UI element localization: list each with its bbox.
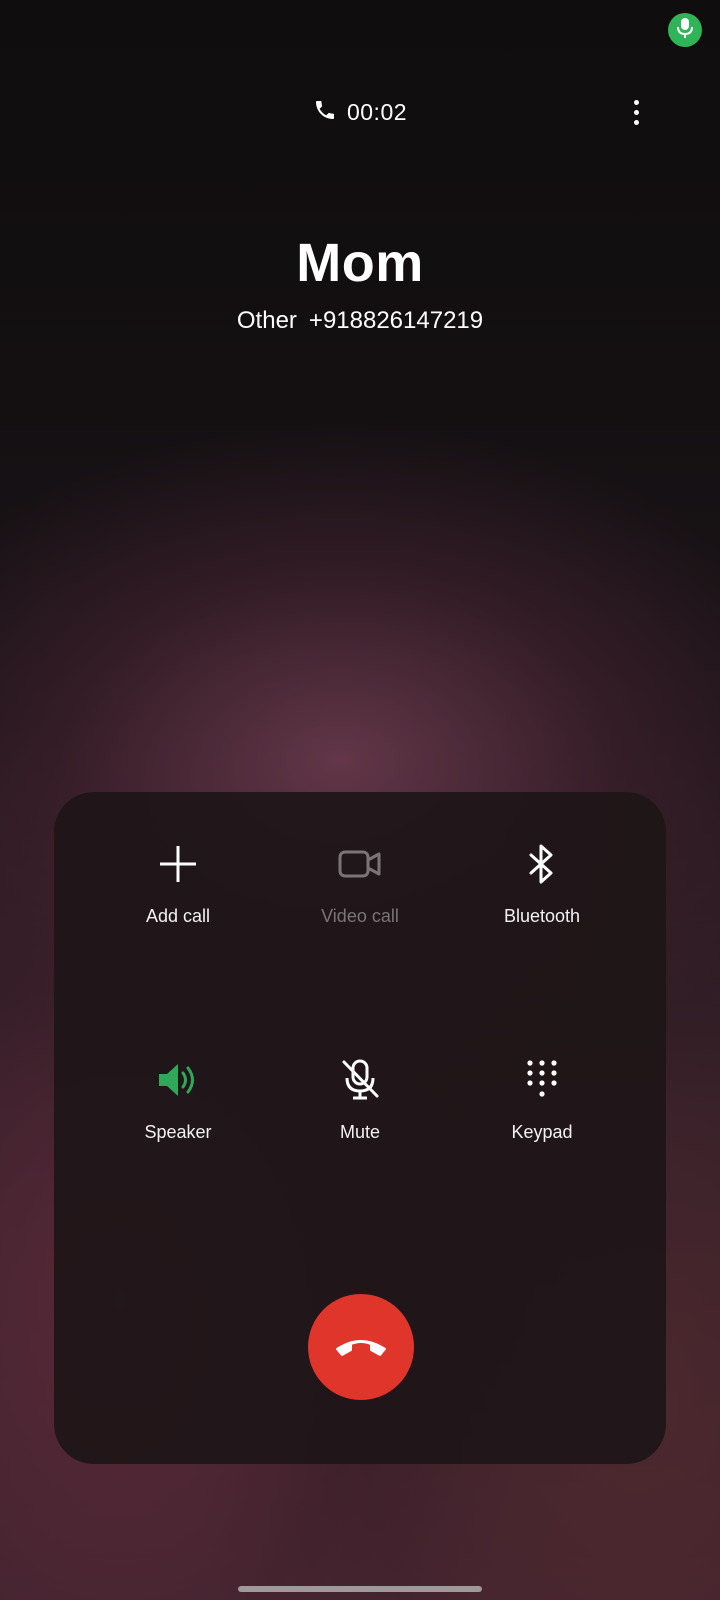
caller-number-row: Other +918826147219: [0, 307, 720, 335]
mic-in-use-indicator: [668, 13, 702, 47]
mute-label: Mute: [339, 1122, 381, 1142]
call-timer: 00:02: [346, 98, 408, 125]
phone-icon: [313, 98, 337, 127]
end-call-icon: [333, 1333, 389, 1362]
more-vertical-icon: [633, 99, 639, 105]
bluetooth-label: Bluetooth: [503, 906, 581, 926]
video-call-button[interactable]: Video call: [280, 840, 440, 960]
navigation-handle[interactable]: [238, 1586, 482, 1592]
keypad-label: Keypad: [511, 1122, 573, 1142]
video-call-label: Video call: [321, 906, 399, 926]
speaker-icon: [154, 1056, 202, 1104]
add-call-label: Add call: [145, 906, 211, 926]
add-call-button[interactable]: Add call: [98, 840, 258, 960]
bluetooth-icon: [518, 840, 566, 888]
end-call-button[interactable]: [308, 1294, 414, 1400]
call-status-bar: 00:02: [0, 92, 720, 132]
number-label: Other: [236, 307, 297, 334]
bluetooth-button[interactable]: Bluetooth: [462, 840, 622, 960]
microphone-icon: [676, 17, 694, 44]
speaker-label: Speaker: [144, 1122, 212, 1142]
keypad-icon: [518, 1056, 566, 1104]
mic-off-icon: [336, 1056, 384, 1104]
mute-button[interactable]: Mute: [280, 1056, 440, 1176]
keypad-button[interactable]: Keypad: [462, 1056, 622, 1176]
in-call-control-panel: Add call Video call Bluetooth Speaker Mu…: [54, 792, 666, 1464]
caller-number: +918826147219: [308, 307, 484, 334]
video-camera-icon: [336, 840, 384, 888]
more-options-button[interactable]: [618, 92, 654, 132]
plus-icon: [154, 840, 202, 888]
caller-name: Mom: [296, 233, 424, 293]
speaker-button[interactable]: Speaker: [98, 1056, 258, 1176]
